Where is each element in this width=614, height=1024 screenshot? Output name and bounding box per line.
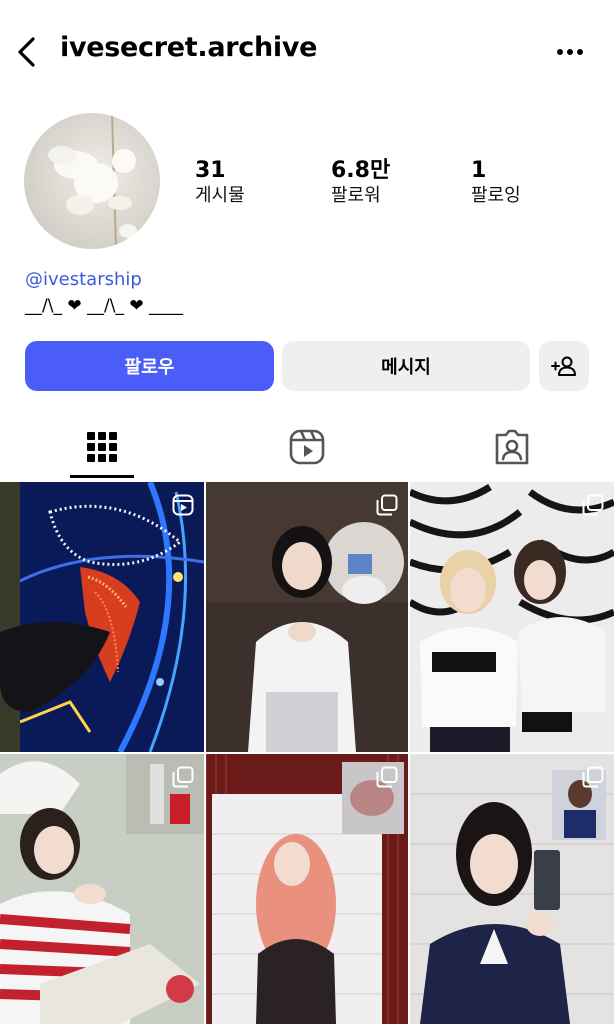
carousel-icon (582, 494, 604, 516)
post-image-portrait-inset (206, 482, 408, 752)
suggest-users-button[interactable] (539, 341, 589, 391)
linked-account-link[interactable]: @ivestarship (25, 269, 142, 290)
tab-tagged[interactable] (410, 414, 614, 480)
stat-following-label: 팔로잉 (471, 185, 521, 206)
post-image-striped-shirt (0, 754, 204, 1024)
grid-icon (87, 432, 117, 462)
tab-reels[interactable] (205, 414, 409, 480)
active-tab-indicator (70, 475, 134, 478)
top-bar: ivesecret.archive (0, 0, 614, 104)
post-image-pink-hair (206, 754, 408, 1024)
page-title: ivesecret.archive (60, 32, 318, 63)
profile-tabs (0, 414, 614, 480)
cherub-figure (48, 113, 137, 249)
avatar[interactable] (24, 113, 160, 249)
post-thumbnail[interactable] (206, 482, 408, 752)
stat-followers-count: 6.8만 (331, 158, 391, 183)
add-user-icon (551, 356, 576, 376)
back-button[interactable] (8, 30, 44, 74)
stat-followers[interactable]: 6.8만 팔로워 (331, 158, 390, 208)
stat-posts[interactable]: 31 게시물 (195, 158, 245, 208)
carousel-icon (172, 766, 194, 788)
reels-icon (289, 429, 325, 465)
post-thumbnail[interactable] (206, 754, 408, 1024)
bio-text: __/\_ ❤ __/\_ ❤ ____ (25, 296, 184, 316)
more-options-button[interactable] (550, 40, 590, 64)
stat-posts-label: 게시물 (195, 185, 245, 206)
stat-followers-label: 팔로워 (331, 185, 381, 206)
stat-following[interactable]: 1 팔로잉 (471, 158, 521, 208)
tab-grid[interactable] (0, 414, 204, 480)
carousel-icon (582, 766, 604, 788)
posts-grid (0, 482, 614, 1024)
post-image-navy-top (410, 754, 614, 1024)
stat-following-count: 1 (471, 158, 487, 183)
more-horizontal-icon (557, 49, 583, 55)
message-button[interactable]: 메시지 (282, 341, 530, 391)
post-image-zebra-duo (410, 482, 614, 752)
carousel-icon (376, 494, 398, 516)
post-image-neon-cherub (0, 482, 204, 752)
post-thumbnail[interactable] (410, 482, 614, 752)
stat-posts-count: 31 (195, 158, 226, 183)
carousel-icon (376, 766, 398, 788)
follow-button[interactable]: 팔로우 (25, 341, 274, 391)
chevron-left-icon (18, 37, 35, 67)
post-thumbnail[interactable] (410, 754, 614, 1024)
post-thumbnail[interactable] (0, 482, 204, 752)
reel-badge-icon (172, 494, 194, 516)
tagged-icon (495, 429, 529, 465)
post-thumbnail[interactable] (0, 754, 204, 1024)
